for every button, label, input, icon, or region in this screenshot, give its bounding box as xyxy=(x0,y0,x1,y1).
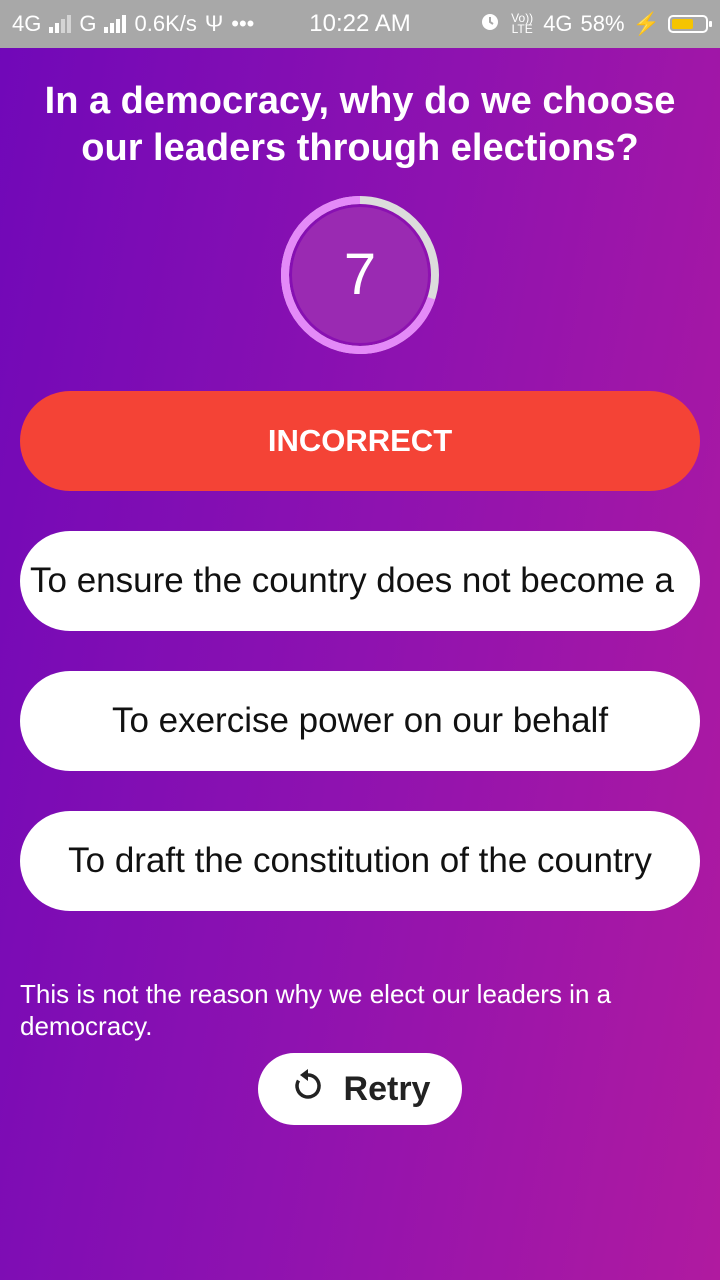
answer-option-2[interactable]: To exercise power on our behalf xyxy=(20,671,700,771)
battery-percent: 58% xyxy=(580,11,625,36)
retry-icon xyxy=(290,1067,326,1112)
alarm-icon xyxy=(479,10,501,38)
timer-value: 7 xyxy=(343,242,377,307)
status-right: Vo)) LTE 4G 58% ⚡ xyxy=(479,0,712,48)
countdown-timer: 7 xyxy=(278,193,442,357)
status-bar: 4G G 0.6K/s Ψ ••• 10:22 AM Vo)) LTE 4G 5… xyxy=(0,0,720,48)
network-type-3: 4G xyxy=(543,11,573,36)
answer-option-1[interactable]: To ensure the country does not become a xyxy=(20,531,700,631)
retry-label: Retry xyxy=(343,1069,431,1108)
battery-icon xyxy=(668,15,712,33)
feedback-text: This is not the reason why we elect our … xyxy=(20,979,612,1041)
question-text: In a democracy, why do we choose our lea… xyxy=(44,80,676,169)
charging-icon: ⚡ xyxy=(632,11,660,36)
retry-button[interactable]: Retry xyxy=(258,1053,462,1125)
result-incorrect-banner: INCORRECT xyxy=(20,391,700,491)
volte-indicator: Vo)) LTE xyxy=(511,11,534,36)
answer-option-3[interactable]: To draft the constitution of the country xyxy=(20,811,700,911)
